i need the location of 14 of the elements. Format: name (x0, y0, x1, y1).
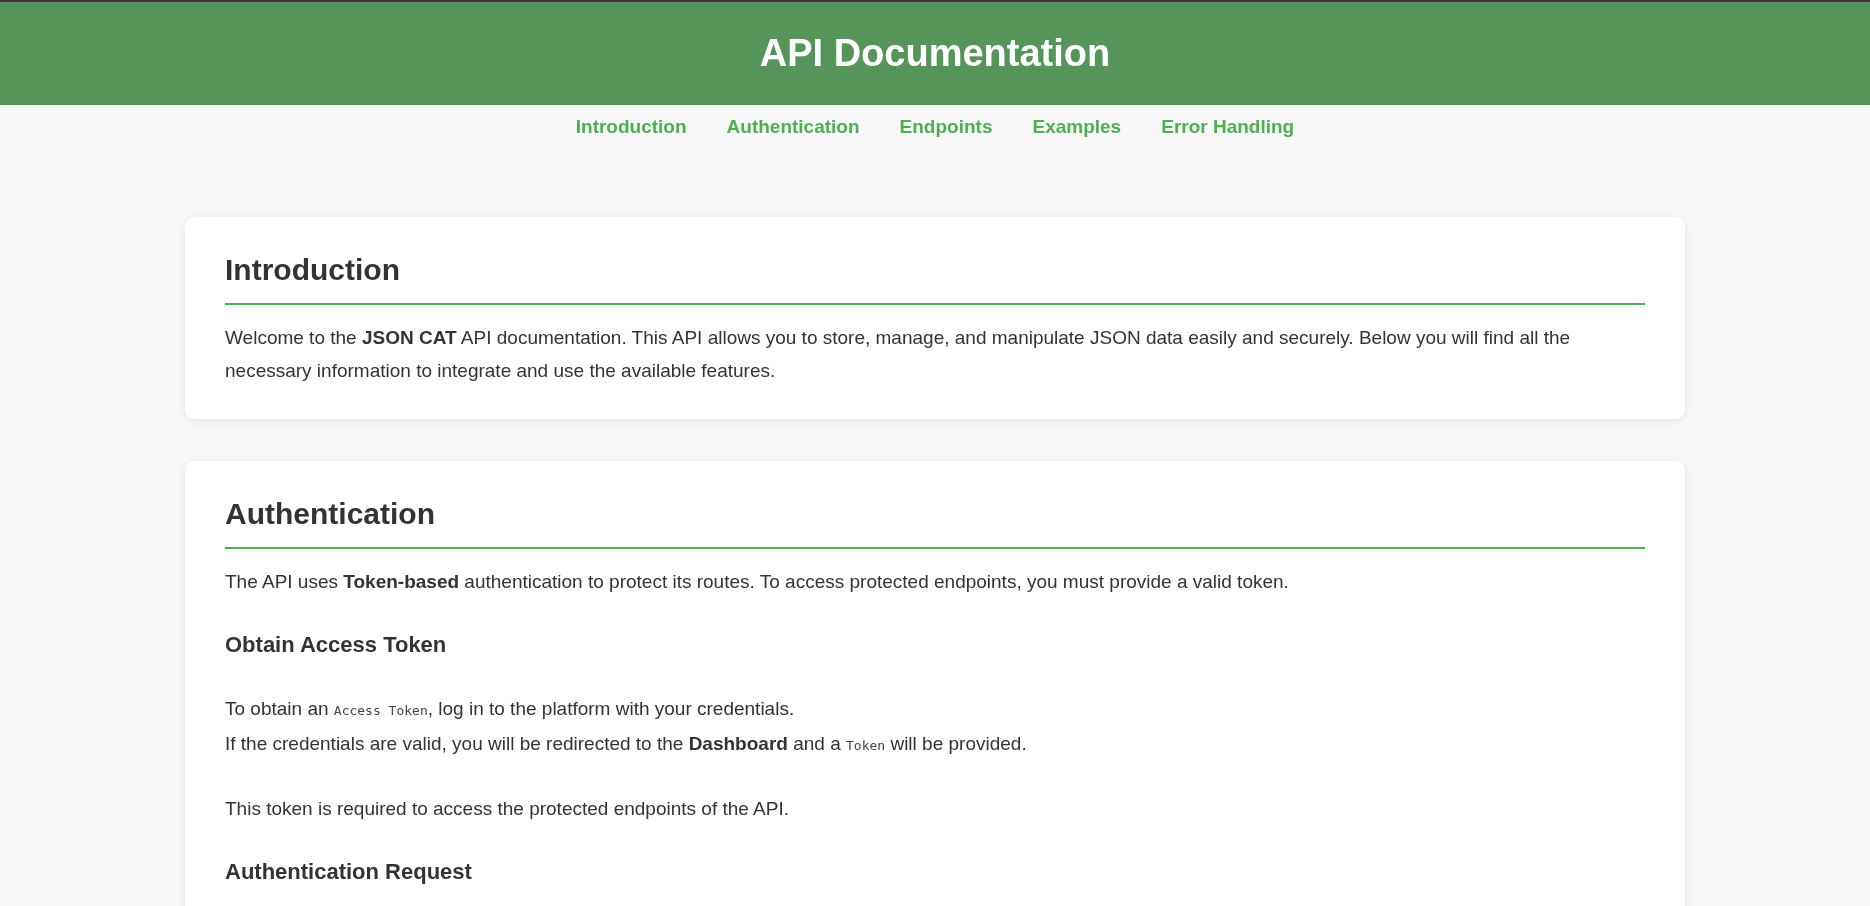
nav-link[interactable]: Endpoints (899, 113, 993, 145)
section-heading: Introduction (225, 253, 1645, 305)
nav-link[interactable]: Introduction (575, 113, 687, 145)
paragraph: Welcome to the JSON CAT API documentation. This API allows you to store, manage, and manipulate JSON data easily and securely. Below you will find all the necessary information to integrate and use the available features. (225, 326, 1572, 383)
paragraph: To obtain an Access Token, log in to the platform with your credentials. If the credentials are valid, you will be redirected to the Dashboard and a Token will be provided. (225, 697, 1028, 756)
paragraph: This token is required to access the protected endpoints of the API. (225, 797, 790, 821)
paragraph: The API uses Token-based authentication to protect its routes. To access protected endpoints, you must provide a valid token. (225, 570, 1290, 594)
page-title: API Documentation (759, 32, 1111, 75)
nav-link[interactable]: Examples (1032, 113, 1122, 145)
subsection-heading: Obtain Access Token (225, 632, 448, 658)
section-heading: Authentication (225, 497, 1645, 549)
nav-link[interactable]: Authentication (726, 113, 860, 145)
subsection-heading: Authentication Request (225, 859, 473, 885)
nav-link[interactable]: Error Handling (1161, 113, 1295, 145)
